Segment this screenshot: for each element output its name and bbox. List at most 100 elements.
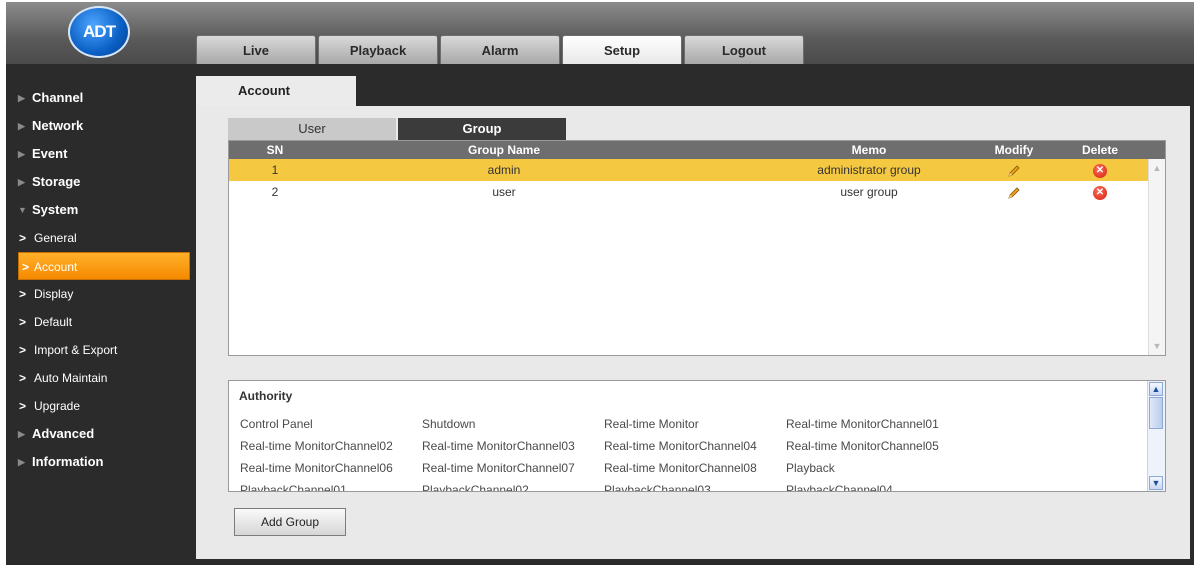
collapsed-arrow-icon: ▶ — [18, 149, 25, 159]
scroll-down-icon[interactable]: ▼ — [1149, 476, 1163, 490]
authority-list: Control Panel Shutdown Real-time Monitor… — [240, 413, 968, 492]
sidebar-sub-label: Account — [34, 260, 78, 274]
cell-memo: administrator group — [817, 163, 921, 177]
sidebar-sub-general[interactable]: > General — [6, 224, 192, 252]
authority-item: Real-time MonitorChannel08 — [604, 461, 757, 475]
tab-group[interactable]: Group — [398, 118, 566, 140]
header-modify: Modify — [994, 143, 1034, 157]
content-panel: Account User Group SN Group Name Memo Mo… — [196, 76, 1190, 559]
chevron-right-icon: > — [19, 399, 27, 413]
sidebar-item-label: Storage — [32, 174, 81, 189]
adt-logo: ADT — [68, 6, 130, 58]
main-nav: Live Playback Alarm Setup Logout — [196, 35, 806, 64]
sidebar-item-event[interactable]: ▶ Event — [6, 140, 192, 168]
chevron-right-icon: > — [19, 231, 27, 245]
cell-group-name: user — [492, 185, 516, 199]
nav-tab-live[interactable]: Live — [196, 35, 316, 64]
sidebar-item-label: Event — [32, 146, 68, 161]
header-memo: Memo — [851, 143, 887, 157]
delete-cell: ✕ — [1065, 159, 1135, 181]
sidebar-sub-upgrade[interactable]: > Upgrade — [6, 392, 192, 420]
sidebar-sub-default[interactable]: > Default — [6, 308, 192, 336]
authority-item: Real-time MonitorChannel07 — [422, 461, 575, 475]
sidebar-item-label: Network — [32, 118, 84, 133]
authority-item: PlaybackChannel01 — [240, 483, 347, 492]
authority-panel: Authority Control Panel Shutdown Real-ti… — [228, 380, 1166, 492]
collapsed-arrow-icon: ▶ — [18, 457, 25, 467]
scroll-up-icon[interactable]: ▲ — [1149, 382, 1163, 396]
group-table: SN Group Name Memo Modify Delete 1 admin… — [228, 140, 1166, 356]
sidebar-item-advanced[interactable]: ▶ Advanced — [6, 420, 192, 448]
header-sn: SN — [266, 143, 284, 157]
nav-tab-playback[interactable]: Playback — [318, 35, 438, 64]
chevron-right-icon: > — [19, 287, 27, 301]
sidebar: ▶ Channel ▶ Network ▶ Event ▶ Storage ▼ Syste… — [6, 84, 192, 476]
chevron-right-icon: > — [22, 260, 30, 274]
authority-item: Real-time MonitorChannel06 — [240, 461, 393, 475]
sidebar-item-network[interactable]: ▶ Network — [6, 112, 192, 140]
chevron-right-icon: > — [19, 315, 27, 329]
authority-item: Shutdown — [422, 417, 476, 431]
table-row[interactable]: 1 admin administrator group ✕ — [229, 159, 1165, 181]
sidebar-item-label: Channel — [32, 90, 84, 105]
authority-row: Real-time MonitorChannel06 Real-time Mon… — [240, 457, 968, 479]
delete-icon[interactable]: ✕ — [1093, 185, 1107, 200]
authority-scrollbar[interactable]: ▲ ▼ — [1147, 381, 1165, 491]
collapsed-arrow-icon: ▶ — [18, 121, 25, 131]
sidebar-sub-label: Display — [34, 287, 74, 301]
sidebar-sub-auto-maintain[interactable]: > Auto Maintain — [6, 364, 192, 392]
header-group-name: Group Name — [467, 143, 540, 157]
chevron-right-icon: > — [19, 343, 27, 357]
nav-tab-setup[interactable]: Setup — [562, 35, 682, 64]
chevron-right-icon: > — [19, 371, 27, 385]
app-frame: ADT Live Playback Alarm Setup Logout ▶ Ch… — [6, 2, 1194, 565]
authority-item: PlaybackChannel04 — [786, 483, 893, 492]
sidebar-sub-label: Import & Export — [34, 343, 118, 357]
scroll-up-icon[interactable]: ▲ — [1150, 161, 1164, 175]
scroll-thumb[interactable] — [1149, 397, 1163, 429]
nav-tab-alarm[interactable]: Alarm — [440, 35, 560, 64]
table-scrollbar[interactable]: ▲ ▼ — [1148, 159, 1165, 355]
sub-tabs: User Group — [228, 118, 566, 140]
sidebar-item-system[interactable]: ▼ System — [6, 196, 192, 224]
modify-cell — [983, 181, 1045, 203]
sidebar-item-label: Information — [32, 454, 104, 469]
cell-memo: user group — [840, 185, 898, 199]
delete-icon[interactable]: ✕ — [1093, 163, 1107, 178]
content-header: Account — [196, 76, 1190, 106]
pencil-icon[interactable] — [1007, 164, 1021, 178]
authority-title: Authority — [239, 389, 293, 403]
authority-item: Real-time MonitorChannel04 — [604, 439, 757, 453]
authority-item: Real-time MonitorChannel03 — [422, 439, 575, 453]
add-group-button[interactable]: Add Group — [234, 508, 346, 536]
page-tab-account[interactable]: Account — [196, 76, 356, 106]
authority-row: Real-time MonitorChannel02 Real-time Mon… — [240, 435, 968, 457]
cell-group-name: admin — [487, 163, 521, 177]
sidebar-sub-label: Default — [34, 315, 73, 329]
delete-cell: ✕ — [1065, 181, 1135, 203]
sidebar-item-storage[interactable]: ▶ Storage — [6, 168, 192, 196]
sidebar-sub-label: Upgrade — [34, 399, 81, 413]
sidebar-sub-import-export[interactable]: > Import & Export — [6, 336, 192, 364]
collapsed-arrow-icon: ▶ — [18, 177, 25, 187]
authority-item: Real-time MonitorChannel01 — [786, 417, 939, 431]
nav-tab-logout[interactable]: Logout — [684, 35, 804, 64]
sidebar-sub-display[interactable]: > Display — [6, 280, 192, 308]
sidebar-item-label: Advanced — [32, 426, 95, 441]
authority-item: Control Panel — [240, 417, 313, 431]
sidebar-item-channel[interactable]: ▶ Channel — [6, 84, 192, 112]
authority-row: Control Panel Shutdown Real-time Monitor… — [240, 413, 968, 435]
authority-item: Real-time Monitor — [604, 417, 699, 431]
pencil-icon[interactable] — [1007, 186, 1021, 200]
authority-item: Real-time MonitorChannel05 — [786, 439, 939, 453]
tab-user[interactable]: User — [228, 118, 396, 140]
top-bar: ADT Live Playback Alarm Setup Logout — [6, 2, 1194, 64]
sidebar-item-information[interactable]: ▶ Information — [6, 448, 192, 476]
sidebar-item-label: System — [32, 202, 79, 217]
scroll-down-icon[interactable]: ▼ — [1150, 339, 1164, 353]
authority-item: PlaybackChannel03 — [604, 483, 711, 492]
sidebar-sub-account[interactable]: > Account — [18, 252, 190, 280]
table-row[interactable]: 2 user user group ✕ — [229, 181, 1165, 203]
authority-item: Real-time MonitorChannel02 — [240, 439, 393, 453]
modify-cell — [983, 159, 1045, 181]
